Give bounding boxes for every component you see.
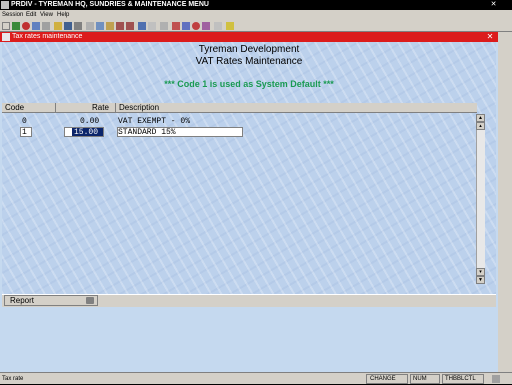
record-icon[interactable] [160,22,168,30]
keymap-icon[interactable] [148,22,156,30]
app-close-icon[interactable]: ✕ [489,1,498,9]
window-icon [2,33,10,41]
column-divider[interactable] [115,103,116,113]
help-icon[interactable] [226,22,234,30]
row-1-rate[interactable]: 15.00 [74,128,98,137]
column-header-rate[interactable]: Rate [92,103,109,113]
column-header-code[interactable]: Code [5,103,24,113]
font-larger-icon[interactable] [116,22,124,30]
company-name: Tyreman Development [198,44,300,55]
row-0-code[interactable]: 0 [22,117,27,126]
paste-icon[interactable] [106,22,114,30]
menu-view[interactable]: View [40,10,53,20]
grid-header: Code Rate Description [2,103,477,113]
macro-icon[interactable] [172,22,180,30]
app-title: PRDIV - TYREMAN HQ, SUNDRIES & MAINTENAN… [11,1,209,8]
scroll-up-icon[interactable]: ▴ [476,122,485,130]
undo-icon[interactable] [32,22,40,30]
default-code-note: *** Code 1 is used as System Default *** [164,79,334,89]
redo-icon[interactable] [42,22,50,30]
scroll-top-icon[interactable]: ▲ [476,114,485,122]
printer-icon[interactable] [86,297,94,304]
keyboard-icon[interactable] [138,22,146,30]
status-mode: CHANGE [370,376,396,382]
row-0-rate[interactable]: 0.00 [80,117,99,126]
toolbar-grip-icon [2,22,10,30]
new-session-icon[interactable] [12,22,20,30]
menu-bar: Session Edit View Help [0,10,512,20]
stop-icon[interactable] [192,22,200,30]
status-bar: Tax rate CHANGE NUM THBBLCTL [0,372,512,384]
open-icon[interactable] [54,22,62,30]
scroll-bottom-icon[interactable]: ▼ [476,276,485,284]
font-smaller-icon[interactable] [126,22,134,30]
app-icon [1,1,9,9]
save-icon[interactable] [64,22,72,30]
row-0-description[interactable]: VAT EXEMPT - 0% [118,117,190,126]
menu-edit[interactable]: Edit [26,10,36,20]
app-title-bar: PRDIV - TYREMAN HQ, SUNDRIES & MAINTENAN… [0,0,512,10]
row-1-code[interactable]: 1 [22,128,27,137]
row-1-description[interactable]: STANDARD 15% [118,128,176,137]
color-icon[interactable] [182,22,190,30]
toolbar [0,20,512,32]
column-divider[interactable] [55,103,56,113]
connection-icon [492,375,500,383]
menu-session[interactable]: Session [2,10,23,20]
settings-icon[interactable] [202,22,210,30]
child-close-icon[interactable]: ✕ [484,32,496,42]
disconnect-icon[interactable] [22,22,30,30]
status-num: NUM [413,376,427,382]
cut-icon[interactable] [86,22,94,30]
options-icon[interactable] [214,22,222,30]
report-button-label[interactable]: Report [10,295,34,306]
menu-help[interactable]: Help [57,10,69,20]
status-user: THBBLCTL [445,376,476,382]
column-header-description[interactable]: Description [119,103,159,113]
print-icon[interactable] [74,22,82,30]
scroll-down-icon[interactable]: ▾ [476,268,485,276]
child-title-bar: Tax rates maintenance ✕ [0,32,498,42]
copy-icon[interactable] [96,22,104,30]
status-message: Tax rate [2,376,24,382]
child-window-title: Tax rates maintenance [12,33,83,40]
vertical-scrollbar[interactable] [476,114,485,284]
mdi-frame-edge [498,32,512,372]
page-title: VAT Rates Maintenance [195,56,303,67]
